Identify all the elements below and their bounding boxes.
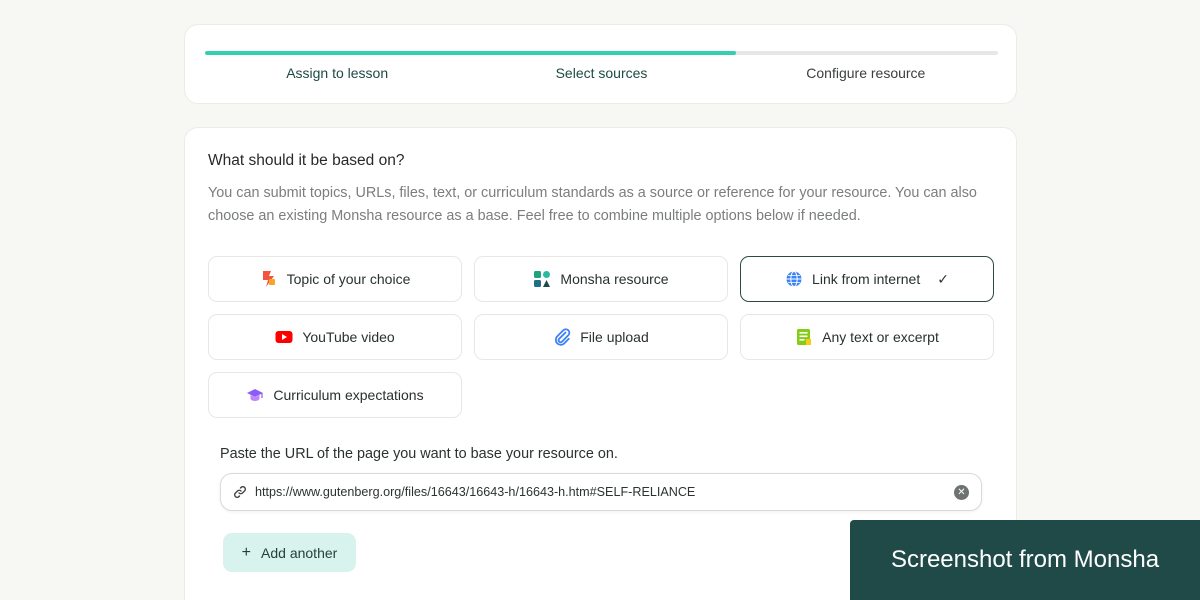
step-select-sources[interactable]: Select sources bbox=[469, 65, 733, 85]
progress-fill bbox=[205, 51, 737, 55]
clear-icon[interactable]: ✕ bbox=[954, 484, 969, 500]
source-banner: Screenshot from Monsha bbox=[850, 520, 1200, 600]
option-label: Curriculum expectations bbox=[273, 387, 424, 403]
option-youtube-video[interactable]: YouTube video bbox=[208, 314, 462, 360]
paperclip-icon bbox=[553, 328, 571, 346]
section-heading: What should it be based on? bbox=[208, 152, 405, 169]
progress-track bbox=[205, 51, 998, 55]
url-input[interactable] bbox=[255, 485, 954, 499]
step-configure-resource[interactable]: Configure resource bbox=[734, 65, 998, 85]
steps: Assign to lesson Select sources Configur… bbox=[205, 65, 998, 85]
section-description: You can submit topics, URLs, files, text… bbox=[208, 185, 977, 224]
option-label: Topic of your choice bbox=[286, 271, 411, 287]
page: Assign to lesson Select sources Configur… bbox=[0, 0, 1200, 600]
monsha-icon bbox=[533, 270, 551, 288]
option-monsha-resource[interactable]: Monsha resource bbox=[474, 256, 728, 302]
add-another-label: Add another bbox=[261, 544, 338, 561]
option-label: Monsha resource bbox=[560, 271, 669, 287]
link-icon bbox=[233, 485, 247, 499]
graduation-cap-icon bbox=[246, 386, 264, 404]
step-assign-to-lesson[interactable]: Assign to lesson bbox=[205, 65, 469, 85]
topic-icon bbox=[260, 270, 278, 288]
option-label: Link from internet bbox=[812, 271, 921, 287]
url-field-label: Paste the URL of the page you want to ba… bbox=[220, 446, 618, 462]
source-options: Topic of your choice Monsha resource Lin… bbox=[208, 256, 994, 418]
option-any-text-or-excerpt[interactable]: Any text or excerpt bbox=[740, 314, 994, 360]
plus-icon: + bbox=[241, 543, 252, 561]
stepper-card: Assign to lesson Select sources Configur… bbox=[184, 24, 1017, 104]
option-link-from-internet[interactable]: Link from internet ✓ bbox=[740, 256, 994, 302]
text-icon bbox=[795, 328, 813, 346]
option-curriculum-expectations[interactable]: Curriculum expectations bbox=[208, 372, 462, 418]
option-label: Any text or excerpt bbox=[822, 329, 939, 345]
option-label: YouTube video bbox=[302, 329, 395, 345]
url-field[interactable]: ✕ bbox=[220, 473, 982, 511]
option-label: File upload bbox=[580, 329, 649, 345]
youtube-icon bbox=[275, 328, 293, 346]
check-icon: ✓ bbox=[937, 270, 949, 287]
add-another-button[interactable]: + Add another bbox=[223, 533, 356, 572]
option-topic-of-your-choice[interactable]: Topic of your choice bbox=[208, 256, 462, 302]
globe-icon bbox=[785, 270, 803, 288]
option-file-upload[interactable]: File upload bbox=[474, 314, 728, 360]
